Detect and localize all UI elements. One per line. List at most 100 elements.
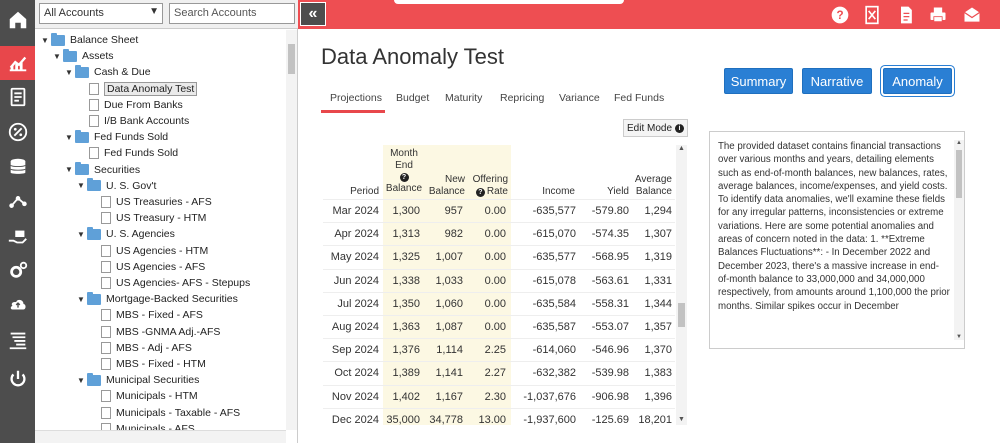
tab-repricing[interactable]: Repricing — [500, 87, 544, 113]
cell-nb[interactable]: 1,060 — [423, 298, 463, 310]
cell-nb[interactable]: 34,778 — [423, 414, 463, 425]
cell-rate[interactable]: 2.25 — [468, 344, 506, 356]
rail-item-settings[interactable] — [0, 253, 35, 287]
cell-rate[interactable]: 0.00 — [468, 205, 506, 217]
cell-meb[interactable]: 1,313 — [383, 228, 420, 240]
tab-projections[interactable]: Projections — [321, 87, 385, 113]
tab-variance[interactable]: Variance — [559, 87, 600, 113]
scroll-down-icon[interactable]: ▼ — [956, 334, 962, 340]
expand-toggle-icon[interactable]: ▼ — [65, 165, 75, 174]
rail-item-home[interactable] — [0, 3, 35, 37]
cell-nb[interactable]: 1,087 — [423, 321, 463, 333]
expand-toggle-icon[interactable]: ▼ — [65, 133, 75, 142]
tree-scroll-thumb[interactable] — [288, 44, 295, 74]
grid-scrollbar[interactable]: ▲ ▼ — [676, 145, 687, 425]
tree-folder[interactable]: ▼ Assets — [53, 48, 114, 64]
scroll-up-icon[interactable]: ▲ — [678, 145, 685, 152]
tree-leaf[interactable]: Municipals - AFS — [89, 421, 195, 430]
scroll-up-icon[interactable]: ▲ — [956, 140, 962, 146]
cell-nb[interactable]: 1,007 — [423, 251, 463, 263]
rail-item-cloud-upload[interactable] — [0, 287, 35, 321]
account-filter-select[interactable]: All Accounts ▼ — [39, 3, 163, 24]
rail-item-database[interactable] — [0, 150, 35, 184]
cell-meb[interactable]: 1,402 — [383, 391, 420, 403]
scroll-down-icon[interactable]: ▼ — [678, 416, 685, 423]
document-button[interactable] — [895, 4, 917, 26]
tree-leaf[interactable]: US Agencies- AFS - Stepups — [89, 275, 250, 291]
expand-toggle-icon[interactable]: ▼ — [77, 295, 87, 304]
tree-leaf[interactable]: MBS -GNMA Adj.-AFS — [89, 324, 220, 340]
cell-meb[interactable]: 1,376 — [383, 344, 420, 356]
tree-leaf[interactable]: I/B Bank Accounts — [77, 113, 189, 129]
anomaly-button[interactable]: Anomaly — [883, 68, 952, 94]
rail-item-report[interactable] — [0, 80, 35, 114]
tree-scrollbar[interactable] — [286, 30, 297, 430]
tree-leaf[interactable]: US Agencies - AFS — [89, 259, 205, 275]
cell-rate[interactable]: 0.00 — [468, 251, 506, 263]
cell-meb[interactable]: 1,389 — [383, 367, 420, 379]
account-search-input[interactable]: Search Accounts — [169, 3, 295, 24]
tree-leaf[interactable]: MBS - Adj - AFS — [89, 340, 192, 356]
tree-folder[interactable]: ▼ Mortgage-Backed Securities — [77, 291, 238, 307]
cell-nb[interactable]: 1,141 — [423, 367, 463, 379]
tree-folder[interactable]: ▼ Cash & Due — [65, 64, 151, 80]
narrative-scroll-thumb[interactable] — [956, 150, 962, 198]
tree-folder[interactable]: ▼ U. S. Gov't — [77, 178, 156, 194]
tree-folder[interactable]: ▼ Securities — [65, 162, 140, 178]
cell-meb[interactable]: 1,350 — [383, 298, 420, 310]
tree-leaf[interactable]: US Treasury - HTM — [89, 210, 206, 226]
tree-folder[interactable]: ▼ Fed Funds Sold — [65, 129, 168, 145]
email-button[interactable] — [961, 4, 983, 26]
cell-nb[interactable]: 1,033 — [423, 275, 463, 287]
tree-folder[interactable]: ▼ Municipal Securities — [77, 372, 199, 388]
narrative-scrollbar[interactable]: ▲ ▼ — [954, 140, 964, 340]
expand-toggle-icon[interactable]: ▼ — [65, 68, 75, 77]
help-button[interactable]: ? — [829, 4, 851, 26]
cell-rate[interactable]: 0.00 — [468, 298, 506, 310]
cell-rate[interactable]: 13.00 — [468, 414, 506, 425]
cell-meb[interactable]: 1,300 — [383, 205, 420, 217]
expand-toggle-icon[interactable]: ▼ — [53, 52, 63, 61]
tree-leaf[interactable]: Fed Funds Sold — [77, 145, 178, 161]
cell-nb[interactable]: 1,114 — [423, 344, 463, 356]
cell-meb[interactable]: 1,363 — [383, 321, 420, 333]
tab-maturity[interactable]: Maturity — [445, 87, 482, 113]
tree-leaf[interactable]: MBS - Fixed - HTM — [89, 356, 206, 372]
expand-toggle-icon[interactable]: ▼ — [77, 376, 87, 385]
cell-meb[interactable]: 35,000 — [383, 414, 420, 425]
rail-item-power[interactable] — [0, 362, 35, 396]
cell-nb[interactable]: 957 — [423, 205, 463, 217]
expand-toggle-icon[interactable]: ▼ — [41, 36, 51, 45]
expand-toggle-icon[interactable]: ▼ — [77, 230, 87, 239]
cell-nb[interactable]: 1,167 — [423, 391, 463, 403]
cell-rate[interactable]: 2.30 — [468, 391, 506, 403]
tab-budget[interactable]: Budget — [396, 87, 429, 113]
print-button[interactable] — [927, 4, 949, 26]
tree-leaf[interactable]: Municipals - Taxable - AFS — [89, 405, 240, 421]
edit-mode-toggle[interactable]: Edit Mode i — [623, 119, 688, 137]
tree-folder[interactable]: ▼ U. S. Agencies — [77, 226, 175, 242]
cell-rate[interactable]: 2.27 — [468, 367, 506, 379]
tree-folder[interactable]: ▼ Balance Sheet — [41, 32, 138, 48]
summary-button[interactable]: Summary — [724, 68, 793, 94]
tree-leaf[interactable]: MBS - Fixed - AFS — [89, 307, 203, 323]
narrative-button[interactable]: Narrative — [802, 68, 872, 94]
tree-horizontal-scrollbar[interactable] — [35, 430, 286, 443]
cell-meb[interactable]: 1,338 — [383, 275, 420, 287]
cell-nb[interactable]: 982 — [423, 228, 463, 240]
rail-item-flow[interactable] — [0, 185, 35, 219]
tree-leaf[interactable]: US Agencies - HTM — [89, 243, 208, 259]
grid-scroll-thumb[interactable] — [678, 303, 685, 327]
tree-leaf[interactable]: US Treasuries - AFS — [89, 194, 212, 210]
tab-fed-funds[interactable]: Fed Funds — [614, 87, 664, 113]
cell-rate[interactable]: 0.00 — [468, 321, 506, 333]
tree-leaf[interactable]: Data Anomaly Test — [77, 81, 198, 97]
tree-leaf[interactable]: Due From Banks — [77, 97, 183, 113]
cell-meb[interactable]: 1,325 — [383, 251, 420, 263]
rail-item-chart[interactable] — [0, 46, 35, 80]
expand-toggle-icon[interactable]: ▼ — [77, 181, 87, 190]
cell-rate[interactable]: 0.00 — [468, 275, 506, 287]
cell-rate[interactable]: 0.00 — [468, 228, 506, 240]
collapse-panel-button[interactable]: « — [300, 2, 326, 26]
rail-item-list[interactable] — [0, 323, 35, 357]
